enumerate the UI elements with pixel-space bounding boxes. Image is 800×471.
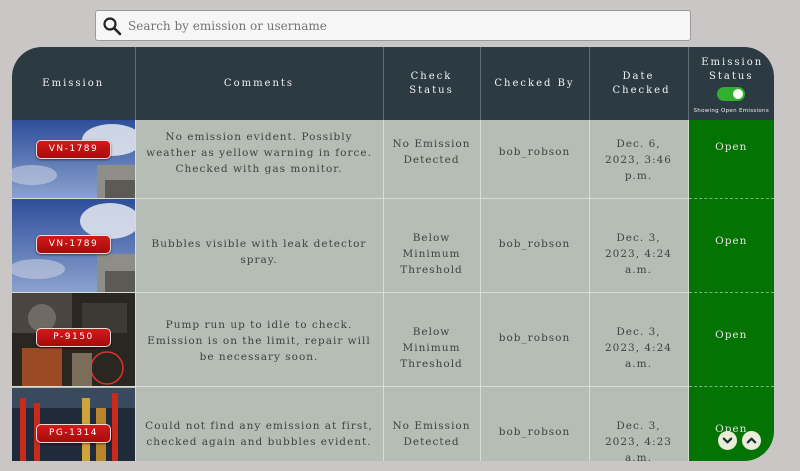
date-cell: Dec. 6, 2023, 3:46 p.m. bbox=[589, 120, 689, 199]
status-cell[interactable]: Open bbox=[688, 198, 774, 293]
header-checked-by[interactable]: Checked By bbox=[480, 47, 590, 120]
emissions-table: Emission Comments Check Status Checked B… bbox=[12, 47, 774, 461]
header-comments[interactable]: Comments bbox=[135, 47, 384, 120]
emission-tag[interactable]: VN-1789 bbox=[36, 140, 111, 159]
emission-image-cell[interactable]: PG-1314 bbox=[12, 386, 136, 461]
emission-tag[interactable]: P-9150 bbox=[36, 328, 111, 347]
emission-image-cell[interactable]: P-9150 bbox=[12, 292, 136, 387]
table-header-row: Emission Comments Check Status Checked B… bbox=[12, 47, 774, 120]
checked-by-cell: bob_robson bbox=[480, 386, 590, 461]
check-status-cell: No Emission Detected bbox=[383, 120, 481, 199]
date-cell: Dec. 3, 2023, 4:24 a.m. bbox=[589, 198, 689, 293]
comment-cell: Could not find any emission at first, ch… bbox=[135, 386, 384, 461]
emission-image-cell[interactable]: VN-1789 bbox=[12, 120, 136, 199]
open-emissions-toggle[interactable] bbox=[717, 87, 746, 102]
header-emission-status: Emission Status Showing Open Emissions bbox=[688, 47, 774, 120]
header-emission[interactable]: Emission bbox=[12, 47, 136, 120]
scroll-up-button[interactable] bbox=[742, 431, 761, 450]
scroll-down-button[interactable] bbox=[718, 431, 737, 450]
header-date-checked[interactable]: Date Checked bbox=[589, 47, 689, 120]
table-row[interactable]: PG-1314 Could not find any emission at f… bbox=[12, 386, 774, 461]
status-cell[interactable]: Open bbox=[688, 120, 774, 199]
checked-by-cell: bob_robson bbox=[480, 120, 590, 199]
table-row[interactable]: P-9150 Pump run up to idle to check. Emi… bbox=[12, 292, 774, 387]
search-icon bbox=[103, 16, 122, 35]
emission-tag[interactable]: VN-1789 bbox=[36, 235, 111, 254]
checked-by-cell: bob_robson bbox=[480, 198, 590, 293]
date-cell: Dec. 3, 2023, 4:24 a.m. bbox=[589, 292, 689, 387]
emission-tag[interactable]: PG-1314 bbox=[36, 424, 111, 444]
check-status-cell: Below Minimum Threshold bbox=[383, 198, 481, 293]
comment-cell: Pump run up to idle to check. Emission i… bbox=[135, 292, 384, 387]
emission-photo bbox=[12, 120, 134, 198]
search-bar[interactable]: Search by emission or username bbox=[95, 10, 691, 41]
status-cell[interactable]: Open bbox=[688, 292, 774, 387]
status-cell[interactable]: Open bbox=[688, 386, 774, 461]
header-check-status[interactable]: Check Status bbox=[383, 47, 481, 120]
table-row[interactable]: VN-1789 No emission evident. Possibly we… bbox=[12, 120, 774, 199]
search-input[interactable]: Search by emission or username bbox=[128, 19, 327, 33]
check-status-cell: Below Minimum Threshold bbox=[383, 292, 481, 387]
emission-image-cell[interactable]: VN-1789 bbox=[12, 198, 136, 293]
table-row[interactable]: VN-1789 Bubbles visible with leak detect… bbox=[12, 198, 774, 293]
comment-cell: Bubbles visible with leak detector spray… bbox=[135, 198, 384, 293]
chevron-up-icon bbox=[746, 437, 757, 444]
checked-by-cell: bob_robson bbox=[480, 292, 590, 387]
date-cell: Dec. 3, 2023, 4:23 a.m. bbox=[589, 386, 689, 461]
comment-cell: No emission evident. Possibly weather as… bbox=[135, 120, 384, 199]
check-status-cell: No Emission Detected bbox=[383, 386, 481, 461]
toggle-label: Showing Open Emissions bbox=[693, 107, 769, 114]
chevron-down-icon bbox=[722, 437, 733, 444]
